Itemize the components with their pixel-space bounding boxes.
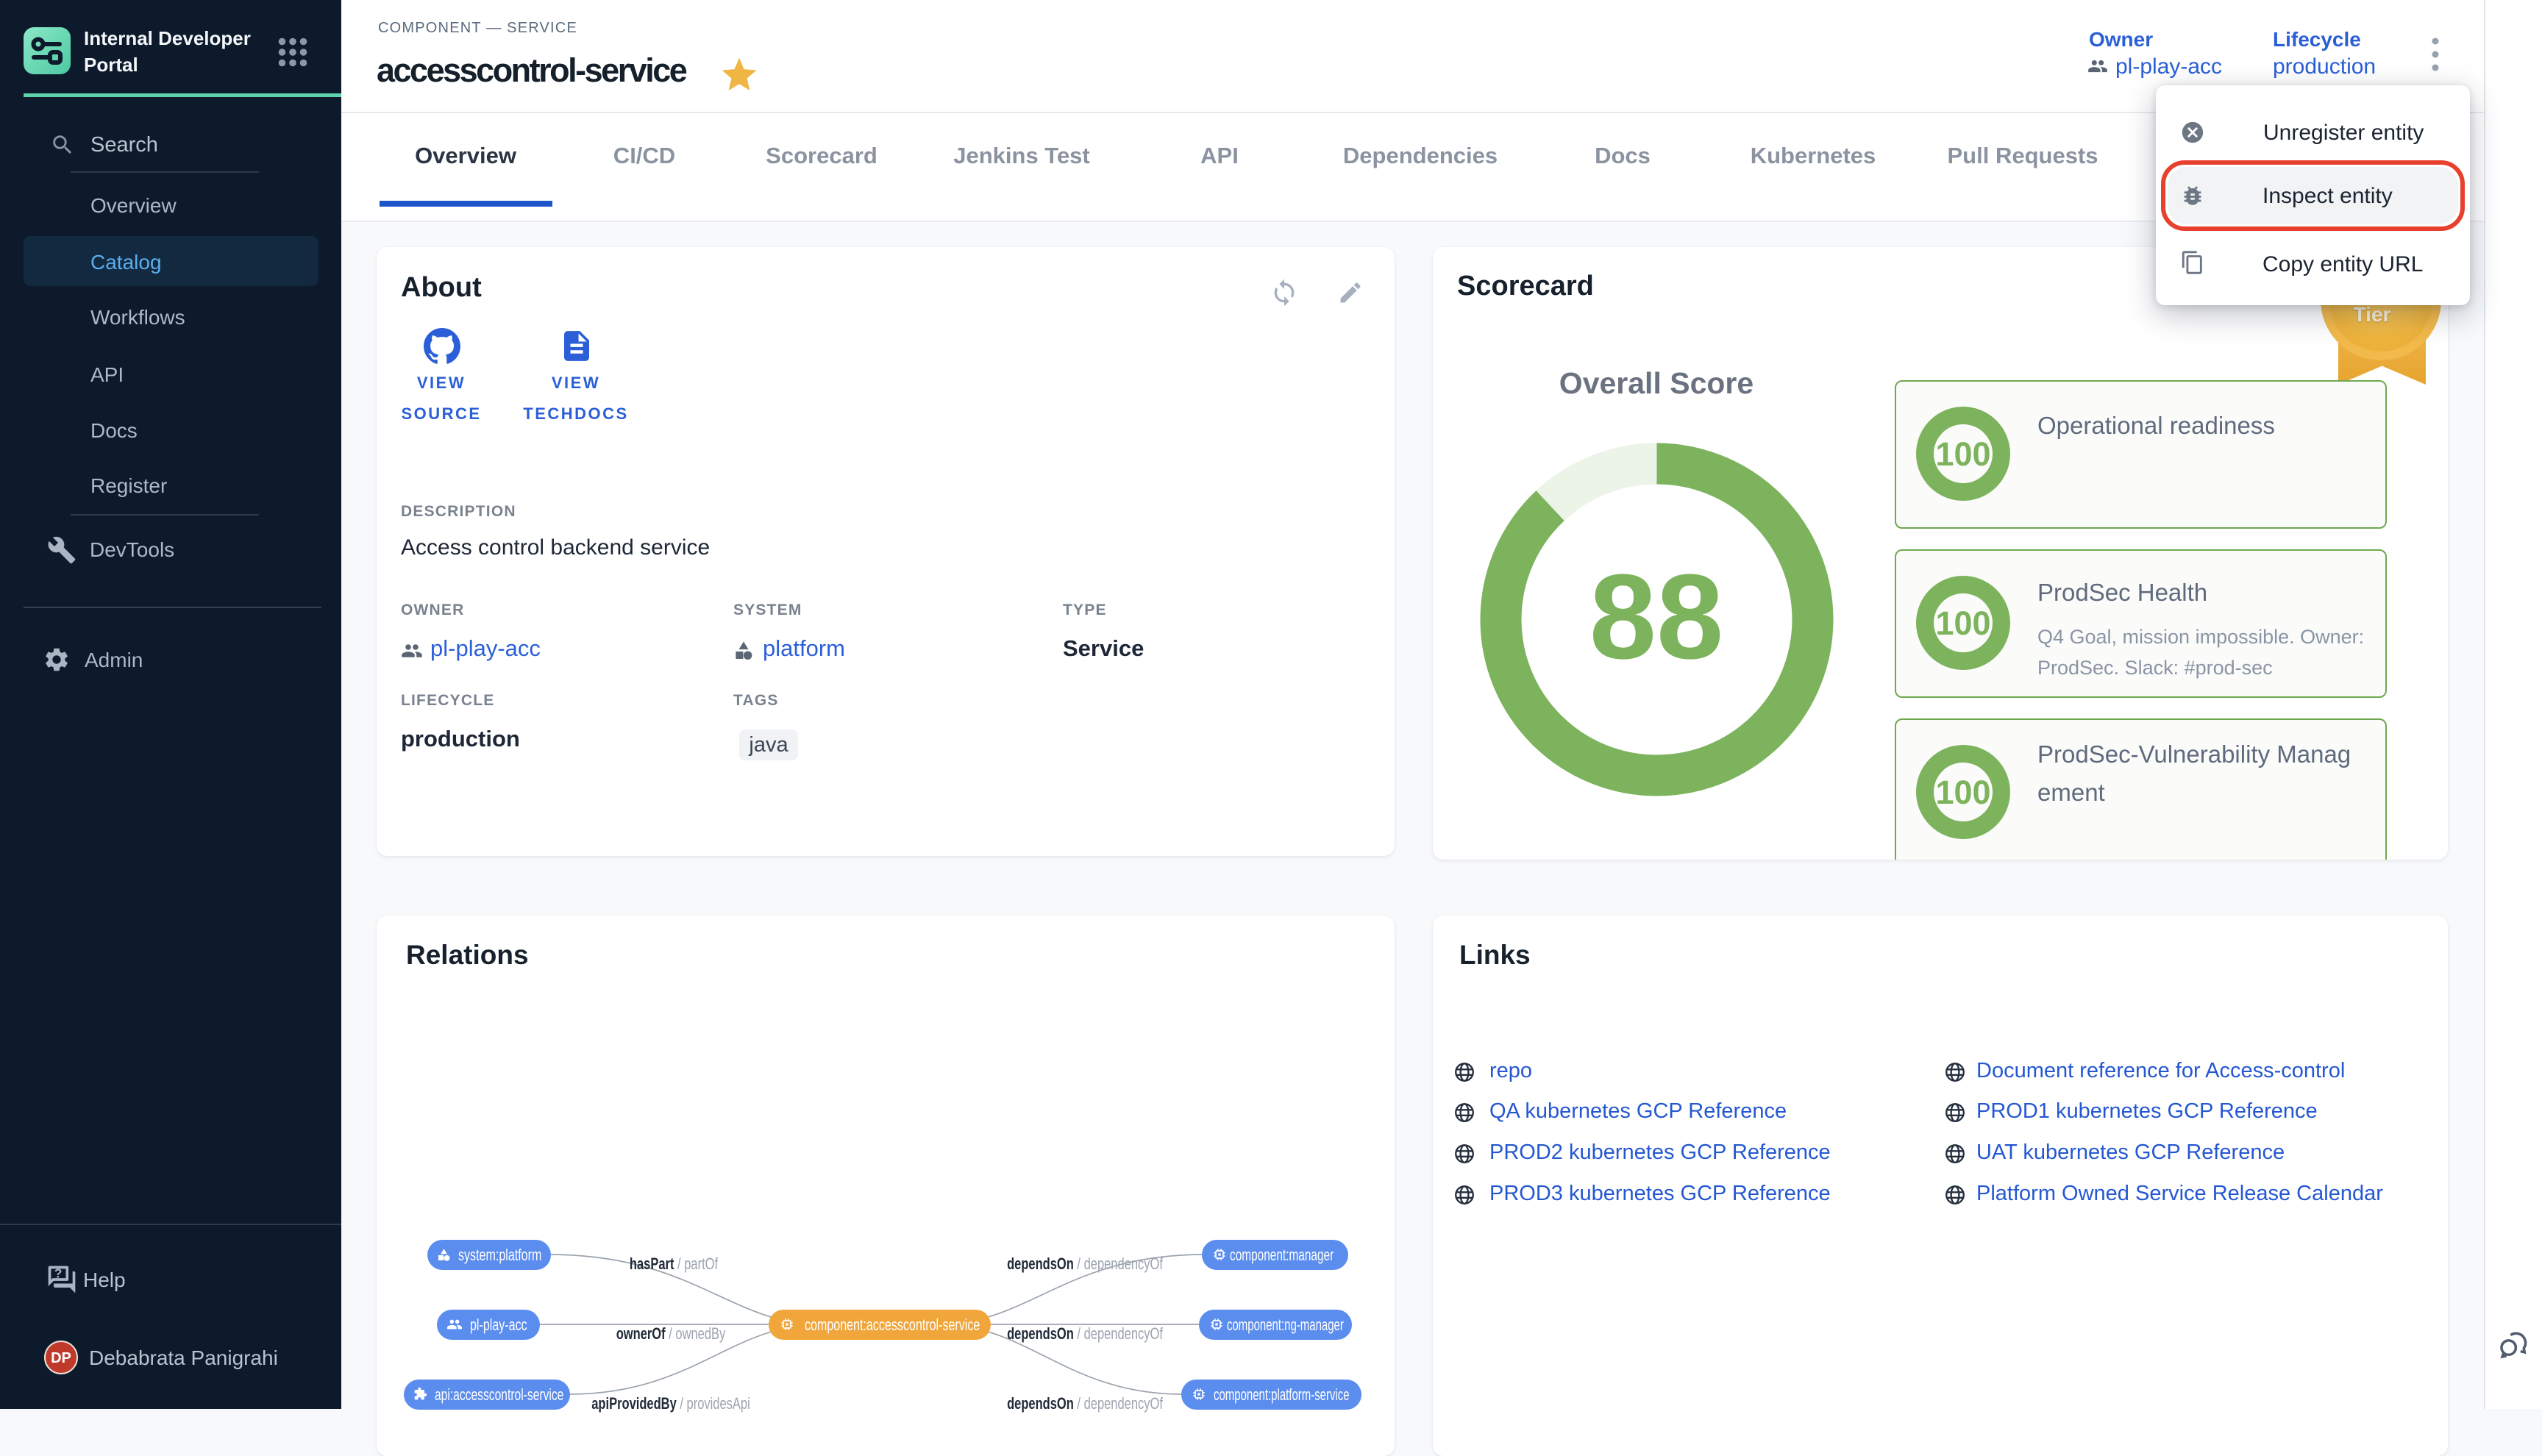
svg-text:?: ?	[54, 1266, 63, 1280]
svg-text:100: 100	[1935, 604, 1990, 642]
svg-text:100: 100	[1935, 774, 1990, 811]
svg-text:100: 100	[1935, 435, 1990, 473]
